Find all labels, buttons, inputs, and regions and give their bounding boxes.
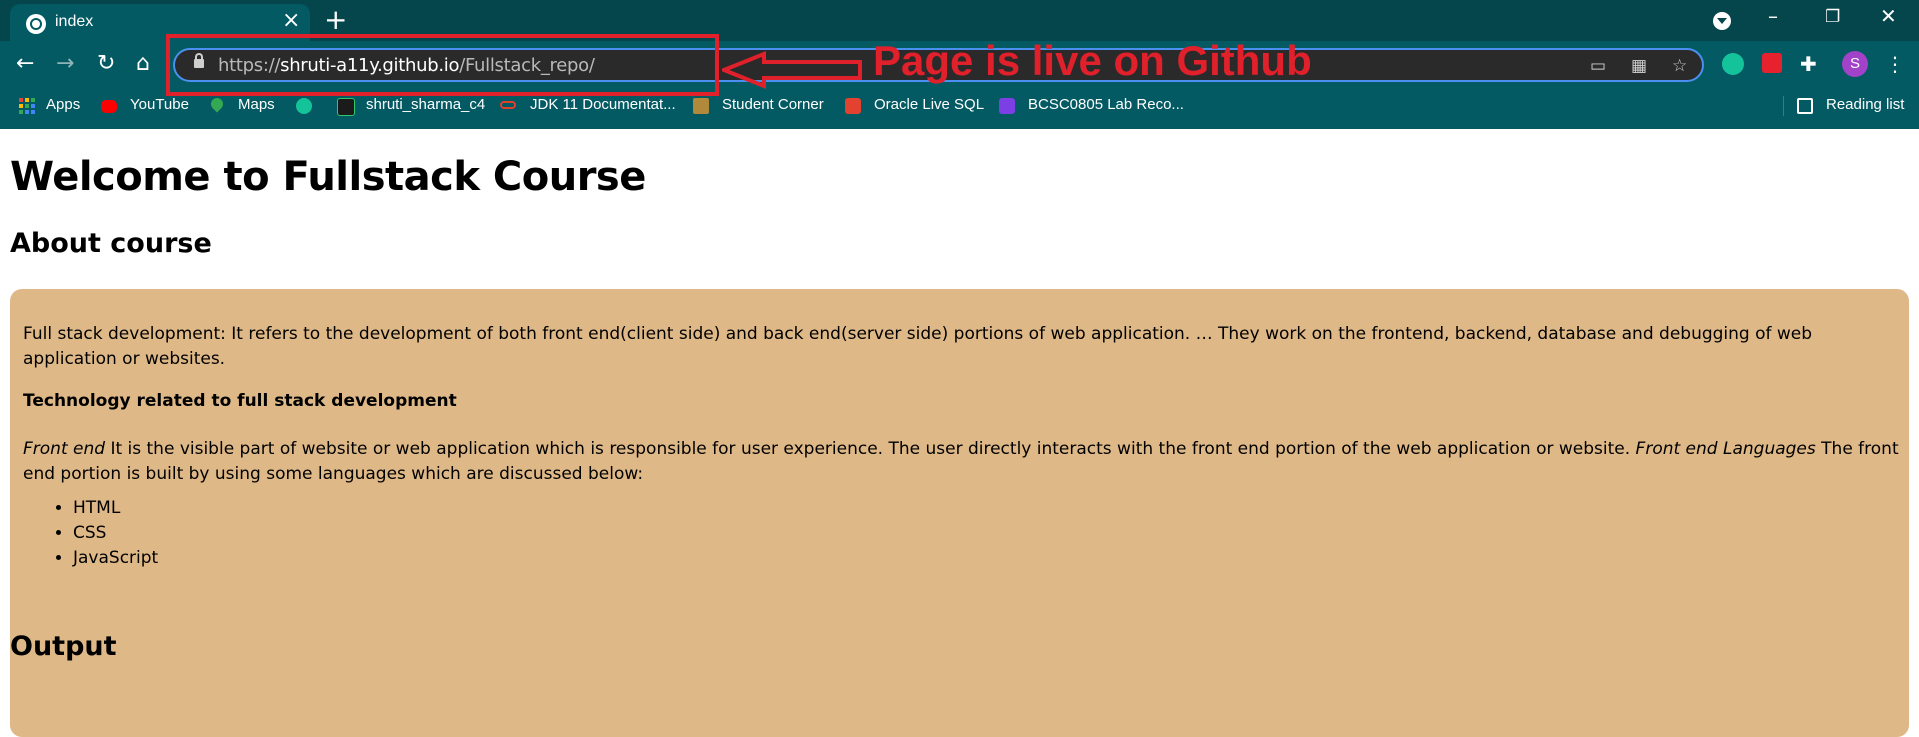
- maps-icon: [208, 95, 226, 113]
- close-window-icon[interactable]: ✕: [1880, 4, 1897, 28]
- list-item: JavaScript: [73, 546, 158, 571]
- front-end-languages-label: Front end Languages: [1635, 439, 1816, 459]
- hackerrank-icon: [337, 98, 355, 116]
- forward-icon[interactable]: →: [56, 52, 74, 76]
- annotation-highlight-box: [166, 34, 719, 96]
- reading-list-button[interactable]: Reading list: [1826, 96, 1904, 113]
- bookmark-apps[interactable]: Apps: [46, 96, 80, 113]
- tab-search-icon[interactable]: [1713, 12, 1731, 30]
- reload-icon[interactable]: ↻: [97, 52, 115, 76]
- grammarly-icon[interactable]: [296, 98, 312, 114]
- annotation-arrow: [722, 51, 862, 89]
- student-corner-icon: [693, 98, 709, 114]
- menu-kebab-icon[interactable]: ⋮: [1885, 52, 1905, 76]
- about-card: Full stack development: It refers to the…: [10, 289, 1909, 737]
- oracle-icon: [500, 101, 516, 109]
- terminal-icon: [845, 98, 861, 114]
- list-item: HTML: [73, 496, 158, 521]
- bookmark-hackerrank[interactable]: shruti_sharma_c4: [366, 96, 485, 113]
- close-tab-icon[interactable]: ×: [282, 9, 300, 33]
- extensions-puzzle-icon[interactable]: ✚: [1800, 52, 1817, 76]
- tab-title: index: [55, 13, 94, 30]
- intro-paragraph: Full stack development: It refers to the…: [23, 324, 1813, 369]
- bookmark-oracle-live-sql[interactable]: Oracle Live SQL: [874, 96, 984, 113]
- restore-icon[interactable]: ❐: [1825, 7, 1840, 27]
- front-end-text: It is the visible part of website or web…: [105, 439, 1636, 459]
- qr-code-icon[interactable]: ▦: [1631, 56, 1647, 76]
- front-end-paragraph: Front end It is the visible part of webs…: [23, 437, 1903, 487]
- tech-heading: Technology related to full stack develop…: [23, 391, 457, 411]
- minimize-icon[interactable]: –: [1768, 4, 1778, 28]
- home-icon[interactable]: ⌂: [136, 52, 150, 76]
- front-end-label: Front end: [23, 439, 106, 459]
- page-content: Welcome to Fullstack Course About course…: [0, 129, 1919, 737]
- bookmark-star-icon[interactable]: ☆: [1672, 56, 1687, 76]
- bookmark-maps[interactable]: Maps: [238, 96, 275, 113]
- about-heading: About course: [10, 228, 212, 259]
- new-tab-icon[interactable]: +: [324, 6, 347, 34]
- pocket-extension-icon[interactable]: [1762, 53, 1782, 73]
- reading-list-icon: [1797, 98, 1813, 114]
- cast-icon[interactable]: ▭: [1590, 56, 1606, 76]
- globe-icon: [26, 14, 46, 34]
- bookmark-youtube[interactable]: YouTube: [130, 96, 189, 113]
- back-icon[interactable]: ←: [16, 52, 34, 76]
- languages-list: HTML CSS JavaScript: [23, 496, 158, 571]
- bookmark-bcsc0805[interactable]: BCSC0805 Lab Reco...: [1028, 96, 1184, 113]
- output-heading: Output: [10, 631, 117, 662]
- page-title: Welcome to Fullstack Course: [10, 154, 646, 200]
- list-item: CSS: [73, 521, 158, 546]
- youtube-icon: [101, 100, 117, 113]
- bookmark-jdk-docs[interactable]: JDK 11 Documentat...: [530, 96, 676, 113]
- annotation-label: Page is live on Github: [873, 37, 1312, 84]
- bookmarks-bar: Apps YouTube Maps shruti_sharma_c4 JDK 1…: [0, 92, 1919, 120]
- profile-avatar[interactable]: S: [1842, 51, 1868, 77]
- bookmark-student-corner[interactable]: Student Corner: [722, 96, 824, 113]
- grammarly-extension-icon[interactable]: [1722, 53, 1744, 75]
- list-icon: [999, 98, 1015, 114]
- apps-grid-icon: [19, 98, 35, 114]
- bookmarks-divider: [1783, 96, 1784, 116]
